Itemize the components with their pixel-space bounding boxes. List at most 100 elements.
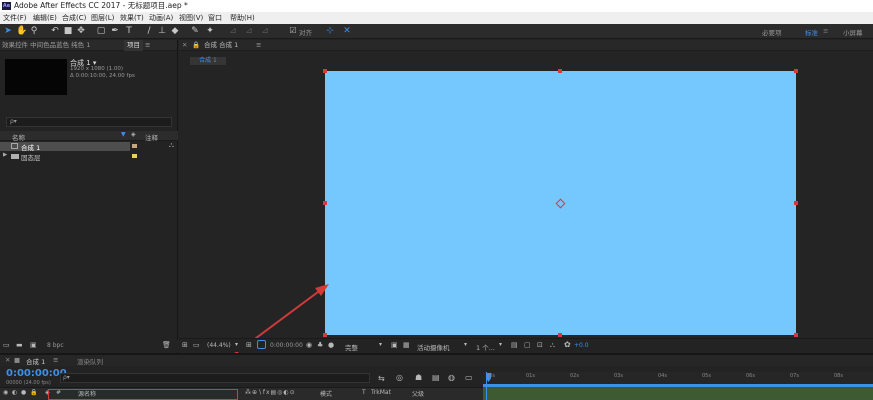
current-time-display[interactable]: 0:00:00:00 [270,342,303,349]
transparency-toggle-icon[interactable]: ▦ [403,341,410,349]
brush-tool-icon[interactable]: / [144,26,154,36]
close-icon[interactable]: ✕ [182,40,187,51]
column-track-matte[interactable]: TrkMat [371,389,391,396]
monitor-icon[interactable]: ▭ [193,341,200,349]
project-item-row[interactable]: 合成 1 [0,142,130,152]
transform-handle[interactable] [558,69,562,73]
motion-blur-icon[interactable]: ◍ [448,373,455,382]
tab-effect-controls[interactable]: 效果控件 中间色品蓝色 纯色 1 [2,40,90,51]
eye-icon[interactable]: ◉ [3,389,8,396]
menu-composition[interactable]: 合成(C) [62,12,86,24]
show-snapshot-icon[interactable]: ♣ [317,341,323,349]
menu-effect[interactable]: 效果(T) [120,12,144,24]
sort-arrow-icon[interactable]: ▼ [121,131,126,138]
column-name[interactable]: 名称 [12,132,25,142]
workspace-small-screen[interactable]: 小屏幕 [843,27,863,37]
grid-icon[interactable]: ⊞ [246,341,252,349]
comp-menu-icon[interactable]: ≡ [256,40,261,51]
menu-help[interactable]: 帮助(H) [230,12,255,24]
dropdown-arrow-icon[interactable]: ▾ [499,341,502,348]
snap-feather-icon[interactable]: ✕ [342,26,352,36]
item-label-color[interactable] [132,144,137,148]
column-parent[interactable]: 父级 [412,389,424,398]
menu-file[interactable]: 文件(F) [3,12,27,24]
new-folder-icon[interactable]: ▬ [16,341,23,349]
timeline-icon[interactable]: ⊡ [537,341,543,349]
selection-tool-icon[interactable]: ➤ [3,26,13,36]
menu-layer[interactable]: 图层(L) [91,12,114,24]
composition-canvas[interactable] [323,69,798,337]
view-axis-icon[interactable]: ⊿ [260,26,270,36]
puppet-tool-icon[interactable]: ✦ [205,26,215,36]
magnify-icon[interactable]: ⊞ [182,341,188,349]
flowchart-icon[interactable]: ⛬ [550,341,555,350]
composition-panel-title[interactable]: 合成 合成 1 [204,40,238,51]
color-channel-icon[interactable]: ● [328,341,334,349]
transparency-grid-icon[interactable] [257,340,266,349]
menu-edit[interactable]: 编辑(E) [33,12,57,24]
interpret-footage-icon[interactable]: ▭ [3,341,10,349]
switches-icons[interactable]: ⁂⊕∖fx▤◎◐⊙ [245,389,296,396]
lock-icon[interactable]: 🔒 [192,40,200,51]
menu-view[interactable]: 视图(V) [179,12,203,24]
timeline-timecode[interactable]: 0:00:00:00 [6,368,67,379]
world-axis-icon[interactable]: ⊿ [244,26,254,36]
resolution-dropdown[interactable]: 完整 [345,342,358,352]
column-comment[interactable]: 注释 [145,132,158,142]
delete-icon[interactable]: 🗑 [162,341,171,349]
column-mode[interactable]: 模式 [320,389,332,398]
transform-handle[interactable] [794,333,798,337]
toggle-pixel-aspect-icon[interactable]: ▤ [511,341,518,349]
local-axis-icon[interactable]: ⊿ [228,26,238,36]
snapshot-icon[interactable]: ◉ [306,341,312,349]
expand-arrow-icon[interactable]: ▶ [3,152,7,158]
transform-handle[interactable] [794,69,798,73]
snap-checkbox[interactable]: ☑ [288,26,298,36]
dropdown-arrow-icon[interactable]: ▾ [235,341,238,348]
solo-icon[interactable]: ● [21,389,26,396]
exposure-icon[interactable]: ✿ [564,340,571,349]
tab-comp-timeline[interactable]: 合成 1 [26,356,45,366]
type-tool-icon[interactable]: T [124,26,134,36]
transform-handle[interactable] [323,201,327,205]
rotate-tool-icon[interactable]: ↶ [50,26,60,36]
draft-3d-icon[interactable]: ◎ [396,373,403,382]
label-tag-icon[interactable]: ◈ [131,131,136,138]
roto-brush-tool-icon[interactable]: ✎ [190,26,200,36]
workspace-standard[interactable]: 标准 [805,27,818,37]
graph-editor-icon[interactable]: ▭ [465,373,473,382]
current-time-indicator[interactable] [486,372,487,400]
close-icon[interactable]: ✕ [5,356,10,364]
layer-duration-bar[interactable] [483,387,873,400]
menu-window[interactable]: 窗口 [208,12,222,24]
hide-shy-layers-icon[interactable]: ☗ [415,373,422,382]
zoom-tool-icon[interactable]: ⚲ [29,26,39,36]
exposure-value[interactable]: +0.0 [574,342,589,349]
project-search-input[interactable]: ρ▾ [6,117,172,127]
zoom-dropdown[interactable]: (44.4%) [207,342,231,349]
audio-icon[interactable]: ◐ [12,389,17,396]
eraser-tool-icon[interactable]: ◆ [170,26,180,36]
clone-stamp-tool-icon[interactable]: ⊥ [157,26,167,36]
fast-previews-icon[interactable]: ▢ [524,341,531,349]
dropdown-arrow-icon[interactable]: ▾ [464,341,467,348]
camera-dropdown[interactable]: 活动摄像机 [417,342,450,352]
project-menu-icon[interactable]: ≡ [145,40,150,51]
transform-handle[interactable] [323,69,327,73]
pan-behind-tool-icon[interactable]: ✥ [76,26,86,36]
dropdown-arrow-icon[interactable]: ▾ [379,341,382,348]
transform-handle[interactable] [794,201,798,205]
views-dropdown[interactable]: 1 个... [476,342,495,352]
tab-render-queue[interactable]: 渲染队列 [77,356,103,366]
timeline-menu-icon[interactable]: ≡ [53,356,58,364]
anchor-point-icon[interactable] [555,198,566,209]
region-of-interest-icon[interactable]: ▣ [391,341,398,349]
workspace-essentials[interactable]: 必要项 [762,27,782,37]
pen-tool-icon[interactable]: ✒ [110,26,120,36]
flowchart-icon[interactable]: ⛬ [169,141,174,150]
bit-depth-label[interactable]: 8 bpc [47,342,64,349]
timeline-search-input[interactable]: ρ▾ [60,373,370,383]
lock-icon[interactable]: 🔒 [30,389,37,396]
camera-tool-icon[interactable]: ■ [63,26,73,36]
rectangle-tool-icon[interactable]: ▢ [96,26,106,36]
